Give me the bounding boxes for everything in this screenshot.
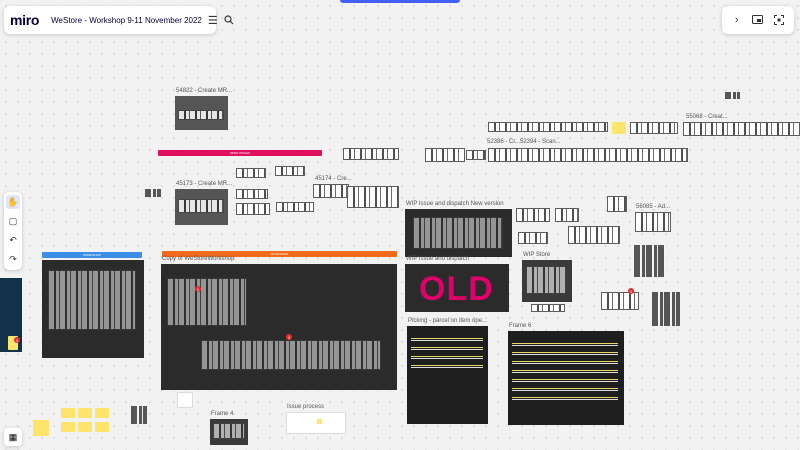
sticky-note[interactable] [33,420,49,436]
frame-54822[interactable] [175,96,228,130]
chevron-right-icon[interactable]: › [729,12,745,28]
cluster [516,208,550,222]
share-screen-icon[interactable] [750,12,766,28]
cluster [635,212,671,232]
board-toolbar: miro WeStore - Workshop 9-11 November 20… [4,6,234,34]
hand-icon[interactable]: ✋ [6,195,20,209]
frame-label-copy-workshop: Copy of WeStoreWorkshop [162,256,235,262]
frame-content [512,337,618,403]
frame-content [413,217,503,249]
frame-label-45174: 45174 - Cre... [315,176,352,182]
cluster [313,184,349,198]
cluster [236,168,266,178]
search-icon[interactable] [224,12,234,28]
old-stamp: OLD [419,270,494,308]
frame-issue-process[interactable] [286,412,346,434]
frame-4[interactable] [210,419,248,445]
cluster [145,189,161,197]
frame-picking[interactable] [407,326,488,424]
frame-label-52394: 52394 - Scan... [520,139,561,145]
frame-content [526,266,566,294]
cluster [347,186,399,208]
cluster [236,203,270,215]
cluster [236,189,268,199]
cluster [630,122,678,134]
board-title[interactable]: WeStore - Workshop 9-11 November 2022 [51,16,202,25]
cluster [343,148,399,160]
frames-panel-icon[interactable]: ▦ [4,428,22,446]
frame-45173[interactable] [175,189,228,225]
fit-screen-icon[interactable] [771,12,787,28]
hamburger-icon[interactable]: ☰ [208,12,218,28]
cluster [488,122,608,132]
frame-content [213,423,245,439]
cluster [466,150,486,160]
undo-icon[interactable]: ↶ [6,233,20,247]
frame-label-45173: 45173 - Create MR... [176,181,233,187]
comment-badge[interactable]: 1 [286,334,292,340]
left-tool-panel: ✋ ▢ ↶ ↷ [4,192,22,270]
cluster [531,304,565,312]
frame-label-52386: 52386 - Cr... [487,139,521,145]
frame-content [178,199,224,213]
frame-content [411,332,483,372]
view-toolbar: › [722,6,794,34]
sticky-note[interactable] [78,422,92,432]
cluster [275,166,305,176]
comment-icon[interactable]: ▢ [6,214,20,228]
cluster [555,208,579,222]
sticky-note [317,419,322,424]
frame-content [178,110,224,120]
sticky-note[interactable] [61,408,75,418]
miro-logo[interactable]: miro [10,12,39,28]
cluster [276,202,314,212]
frame-content [167,278,247,326]
frame-wip-dispatch[interactable]: OLD [405,264,509,312]
cluster [601,292,639,310]
cluster [488,148,688,162]
cluster [607,196,627,212]
top-accent [340,0,460,3]
comment-badge[interactable]: 3 [14,337,20,343]
banner-pink: OPEN ISSUES [158,150,322,156]
frame-wip-new-version[interactable] [405,209,512,257]
redo-icon[interactable]: ↷ [6,252,20,266]
frame-content [48,270,136,330]
frame-blue-section[interactable] [42,260,144,358]
cluster [652,292,680,326]
cluster [634,245,666,277]
frame-label-55068: 55068 - Creat... [686,114,728,120]
frame-label-frame6: Frame 6 [509,323,532,329]
comment-badge[interactable]: 1 [628,288,634,294]
frame-label-picking: Picking - parcel on item ope... [408,318,488,324]
comment-badge[interactable]: 1 [195,286,201,292]
sticky-note[interactable] [612,122,626,134]
sticky-note[interactable] [61,422,75,432]
sticky-note[interactable] [95,408,109,418]
frame-label-54822: 54822 - Create MR... [176,88,233,94]
cluster [568,226,620,244]
cluster [725,92,740,99]
frame-label-wip-dispatch: WIP Issue and dispatch [406,256,469,262]
frame-label-issue-process: Issue process [287,404,325,410]
frame-label-wip-new: WIP Issue and dispatch New version [406,201,504,207]
frame-6[interactable] [508,331,624,425]
frame-label-56085: 56085 - Ad... [636,204,671,210]
sticky-note[interactable] [95,422,109,432]
frame-content [201,340,381,370]
cluster [683,122,800,136]
banner-blue: WORKSHOP [42,252,142,258]
frame-copy-workshop[interactable] [161,264,397,390]
frame-wip-store[interactable] [522,260,572,302]
frame-label-wip-store: WIP Store [523,252,551,258]
card[interactable] [177,392,193,408]
cluster [425,148,465,162]
sticky-note[interactable] [78,408,92,418]
cluster [131,406,147,424]
cluster [518,232,548,244]
frame-label-frame4: Frame 4 [211,411,234,417]
